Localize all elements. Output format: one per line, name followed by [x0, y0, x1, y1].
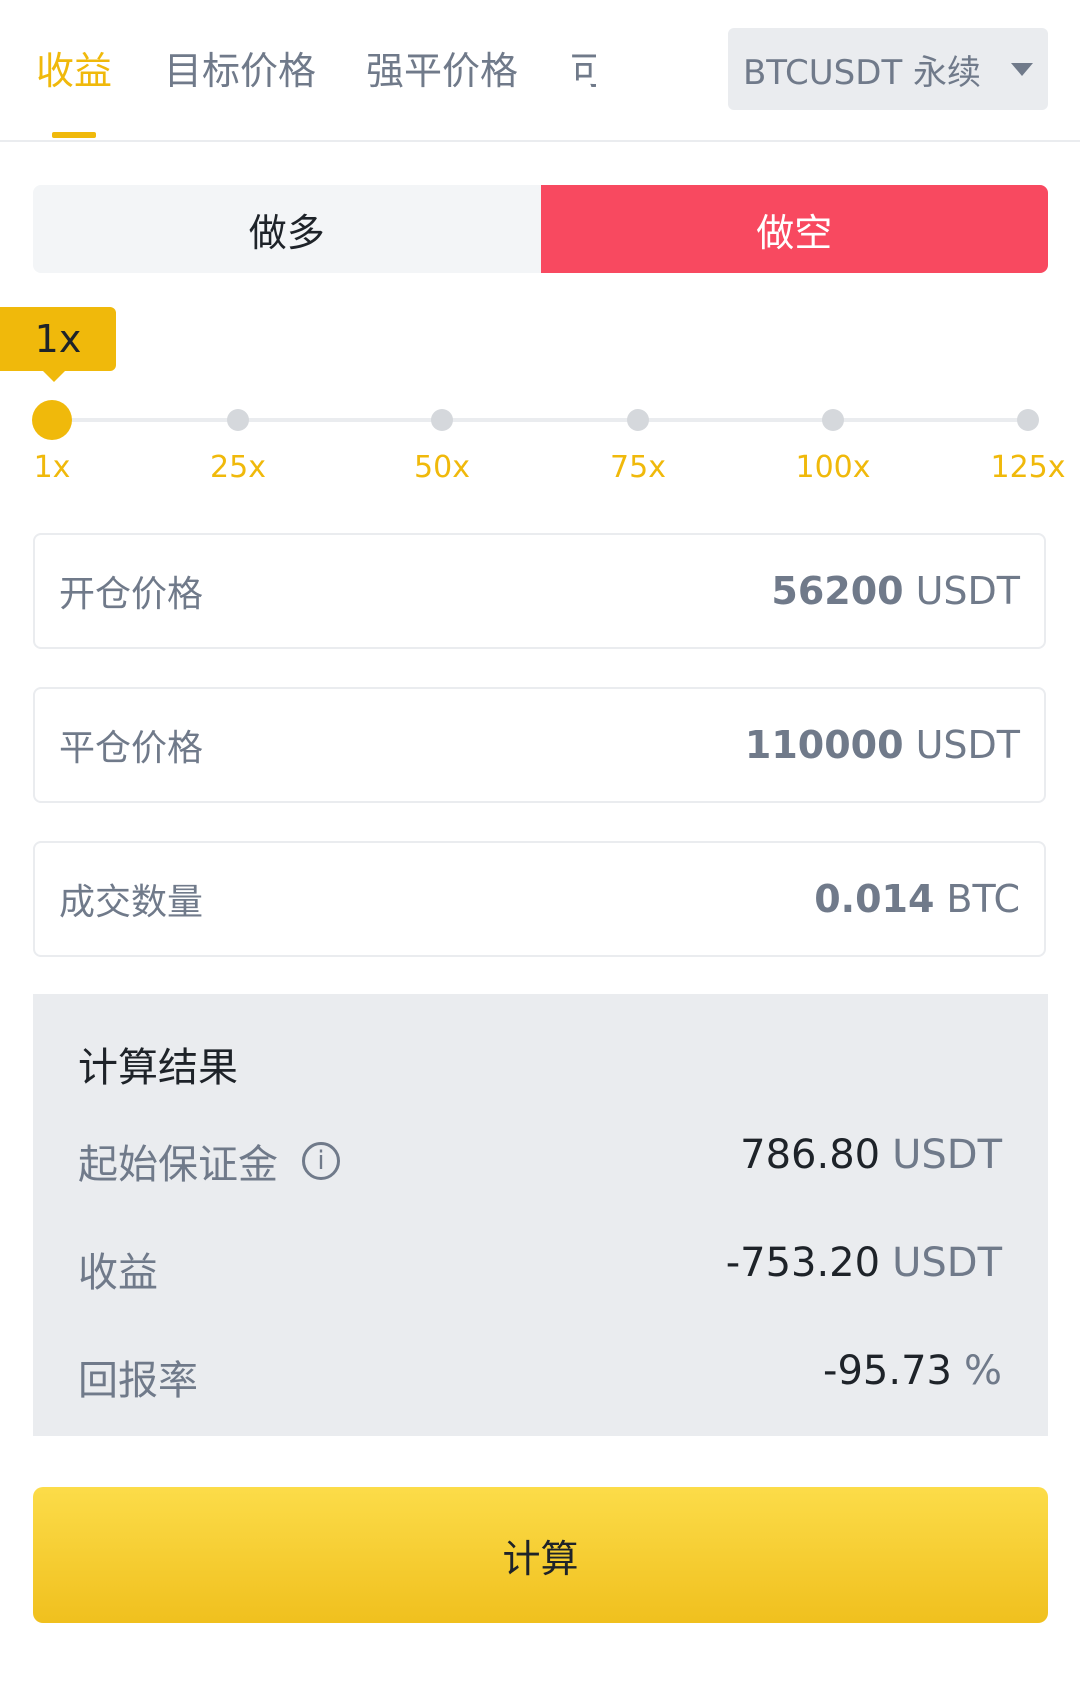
quantity-value-group: 0.014 BTC [814, 877, 1020, 921]
roe-row: 回报率 [78, 1348, 198, 1406]
entry-price-value-group: 56200 USDT [771, 569, 1020, 613]
caret-down-icon [1011, 62, 1034, 76]
initial-margin-value-group: 786.80 USDT [740, 1132, 1002, 1178]
pnl-row: 收益 [78, 1240, 158, 1298]
results-title: 计算结果 [78, 1045, 238, 1091]
tab-target-price[interactable]: 目标价格 [164, 40, 316, 95]
short-button[interactable]: 做空 [540, 185, 1048, 273]
quantity-unit: BTC [946, 877, 1020, 921]
symbol-select[interactable]: BTCUSDT 永续 [728, 28, 1048, 110]
leverage-badge-pointer [42, 370, 66, 382]
pnl-unit: USDT [892, 1240, 1002, 1286]
entry-price-unit: USDT [915, 569, 1020, 613]
leverage-tick-75x[interactable] [627, 409, 649, 431]
exit-price-value-group: 110000 USDT [745, 723, 1020, 767]
roe-label: 回报率 [78, 1358, 198, 1404]
pnl-value-group: -753.20 USDT [726, 1240, 1002, 1286]
leverage-label-75x: 75x [610, 450, 666, 485]
calculate-button[interactable]: 计算 [33, 1487, 1048, 1623]
exit-price-label: 平仓价格 [59, 728, 204, 769]
initial-margin-unit: USDT [892, 1132, 1002, 1178]
leverage-label-25x: 25x [210, 450, 266, 485]
leverage-label-125x: 125x [990, 450, 1066, 485]
roe-unit: % [963, 1348, 1002, 1394]
long-button[interactable]: 做多 [33, 185, 541, 273]
initial-margin-value: 786.80 [740, 1132, 881, 1178]
leverage-tick-25x[interactable] [227, 409, 249, 431]
quantity-field[interactable]: 成交数量 0.014 BTC [33, 841, 1046, 957]
exit-price-value[interactable]: 110000 [745, 723, 904, 767]
pnl-label: 收益 [78, 1250, 158, 1296]
tab-pnl[interactable]: 收益 [36, 40, 112, 95]
roe-value-group: -95.73% [823, 1348, 1002, 1394]
initial-margin-row: 起始保证金 i [78, 1132, 340, 1190]
leverage-label-100x: 100x [795, 450, 871, 485]
direction-toggle: 做多 做空 [33, 185, 1048, 273]
info-icon[interactable]: i [302, 1142, 340, 1180]
entry-price-field[interactable]: 开仓价格 56200 USDT [33, 533, 1046, 649]
exit-price-unit: USDT [915, 723, 1020, 767]
quantity-value[interactable]: 0.014 [814, 877, 934, 921]
leverage-tick-125x[interactable] [1017, 409, 1039, 431]
leverage-badge: 1x [0, 307, 116, 371]
entry-price-label: 开仓价格 [59, 574, 204, 615]
active-tab-indicator [52, 132, 96, 138]
leverage-slider-track[interactable] [52, 418, 1028, 422]
tab-liquidation-price[interactable]: 强平价格 [366, 40, 518, 95]
leverage-tick-50x[interactable] [431, 409, 453, 431]
entry-price-value[interactable]: 56200 [771, 569, 903, 613]
pnl-value: -753.20 [725, 1240, 881, 1286]
quantity-label: 成交数量 [59, 882, 204, 923]
symbol-select-value: BTCUSDT 永续 [742, 52, 982, 93]
roe-value: -95.73 [823, 1348, 952, 1394]
tab-more[interactable]: 可 [570, 40, 596, 95]
leverage-label-50x: 50x [414, 450, 470, 485]
exit-price-field[interactable]: 平仓价格 110000 USDT [33, 687, 1046, 803]
initial-margin-label: 起始保证金 [78, 1142, 278, 1188]
leverage-tick-100x[interactable] [822, 409, 844, 431]
leverage-slider-handle[interactable] [32, 400, 72, 440]
leverage-label-1x: 1x [33, 450, 71, 485]
